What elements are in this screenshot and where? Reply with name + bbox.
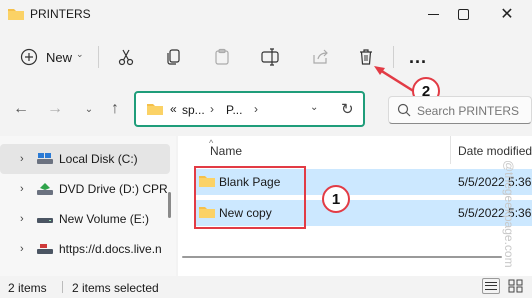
share-button[interactable] <box>304 40 336 74</box>
maximize-button[interactable] <box>444 0 482 28</box>
nav-item-new-volume[interactable]: › New Volume (E:) <box>0 204 170 234</box>
arrow-up-icon: ↑ <box>111 100 119 117</box>
scissors-icon <box>118 49 134 66</box>
refresh-icon[interactable]: ↻ <box>341 100 354 118</box>
copy-icon <box>167 49 180 65</box>
breadcrumb-separator-icon: › <box>210 102 214 116</box>
status-bar: 2 items 2 items selected <box>0 276 532 298</box>
chevron-down-icon: ⌄ <box>84 103 94 115</box>
address-bar[interactable]: « sp... › P... › ⌄ ↻ <box>134 91 365 127</box>
file-date: 5/5/2022 5:36 <box>458 206 532 220</box>
watermark: @thegeekpage.com <box>502 160 516 268</box>
nav-item-local-disk[interactable]: › Local Disk (C:) <box>0 144 170 174</box>
callout-step-1: 1 <box>322 185 350 213</box>
file-date: 5/5/2022 5:36 <box>458 175 532 189</box>
list-view-icon <box>485 282 497 284</box>
breadcrumb-item[interactable]: P... <box>226 103 242 117</box>
search-placeholder: Search PRINTERS <box>417 104 520 118</box>
breadcrumb-separator-icon: › <box>254 102 258 116</box>
nav-scrollbar[interactable] <box>168 192 171 218</box>
clipboard-icon <box>215 48 229 65</box>
chevron-right-icon[interactable]: › <box>20 213 24 225</box>
drive-icon <box>37 218 53 223</box>
folder-icon <box>147 104 163 115</box>
back-button[interactable]: ← <box>10 98 32 120</box>
details-view-button[interactable] <box>482 278 500 294</box>
network-drive-icon <box>37 244 53 254</box>
selected-count: 2 items selected <box>72 281 159 295</box>
chevron-down-icon: ⌄ <box>76 49 84 59</box>
title-bar: PRINTERS ✕ <box>0 0 532 30</box>
close-button[interactable]: ✕ <box>488 0 526 28</box>
dvd-drive-icon <box>37 183 53 195</box>
arrow-left-icon: ← <box>13 100 29 117</box>
toolbar-divider <box>98 46 99 68</box>
list-view-icon-line <box>485 285 497 287</box>
plus-circle-icon <box>20 48 38 66</box>
minimize-icon <box>427 13 439 15</box>
cut-button[interactable] <box>110 40 142 74</box>
address-overflow[interactable]: « <box>170 102 177 116</box>
arrow-right-icon: → <box>47 100 63 117</box>
rename-icon <box>261 48 279 66</box>
new-button-label: New <box>46 50 73 65</box>
nav-item-label: https://d.docs.live.n <box>59 242 162 256</box>
nav-item-network-location[interactable]: › https://d.docs.live.n <box>0 234 170 264</box>
recent-locations-button[interactable]: ⌄ <box>78 98 100 120</box>
tiles-view-button[interactable] <box>508 279 524 293</box>
column-header-name[interactable]: Name <box>210 144 242 158</box>
share-icon <box>313 49 328 64</box>
nav-item-dvd-drive[interactable]: › DVD Drive (D:) CPR <box>0 174 170 204</box>
horizontal-scrollbar[interactable] <box>182 256 502 258</box>
window-title: PRINTERS <box>30 7 91 21</box>
maximize-icon <box>457 8 469 20</box>
search-icon <box>397 103 411 117</box>
forward-button[interactable]: → <box>44 98 66 120</box>
close-icon: ✕ <box>500 6 514 23</box>
nav-item-label: Local Disk (C:) <box>59 152 138 166</box>
chevron-down-icon[interactable]: ⌄ <box>310 102 318 113</box>
search-box[interactable]: Search PRINTERS <box>388 96 532 124</box>
column-header-date[interactable]: Date modified <box>458 144 532 158</box>
tiles-view-icon <box>508 279 523 293</box>
folder-icon <box>8 9 24 20</box>
highlight-box <box>194 166 306 229</box>
list-view-icon-line <box>485 288 497 290</box>
up-button[interactable]: ↑ <box>104 98 126 120</box>
nav-item-label: DVD Drive (D:) CPR <box>59 182 168 196</box>
chevron-right-icon[interactable]: › <box>20 153 24 165</box>
item-count: 2 items <box>8 281 47 295</box>
status-divider <box>62 281 63 293</box>
chevron-right-icon[interactable]: › <box>20 183 24 195</box>
paste-button[interactable] <box>206 40 238 74</box>
hard-drive-icon <box>37 153 53 164</box>
chevron-right-icon[interactable]: › <box>20 243 24 255</box>
copy-button[interactable] <box>158 40 190 74</box>
breadcrumb-item[interactable]: sp... <box>182 103 205 117</box>
column-divider <box>450 136 451 164</box>
navigation-pane: › Local Disk (C:) › DVD Drive (D:) CPR ›… <box>0 136 176 276</box>
rename-button[interactable] <box>254 40 286 74</box>
nav-item-label: New Volume (E:) <box>59 212 150 226</box>
